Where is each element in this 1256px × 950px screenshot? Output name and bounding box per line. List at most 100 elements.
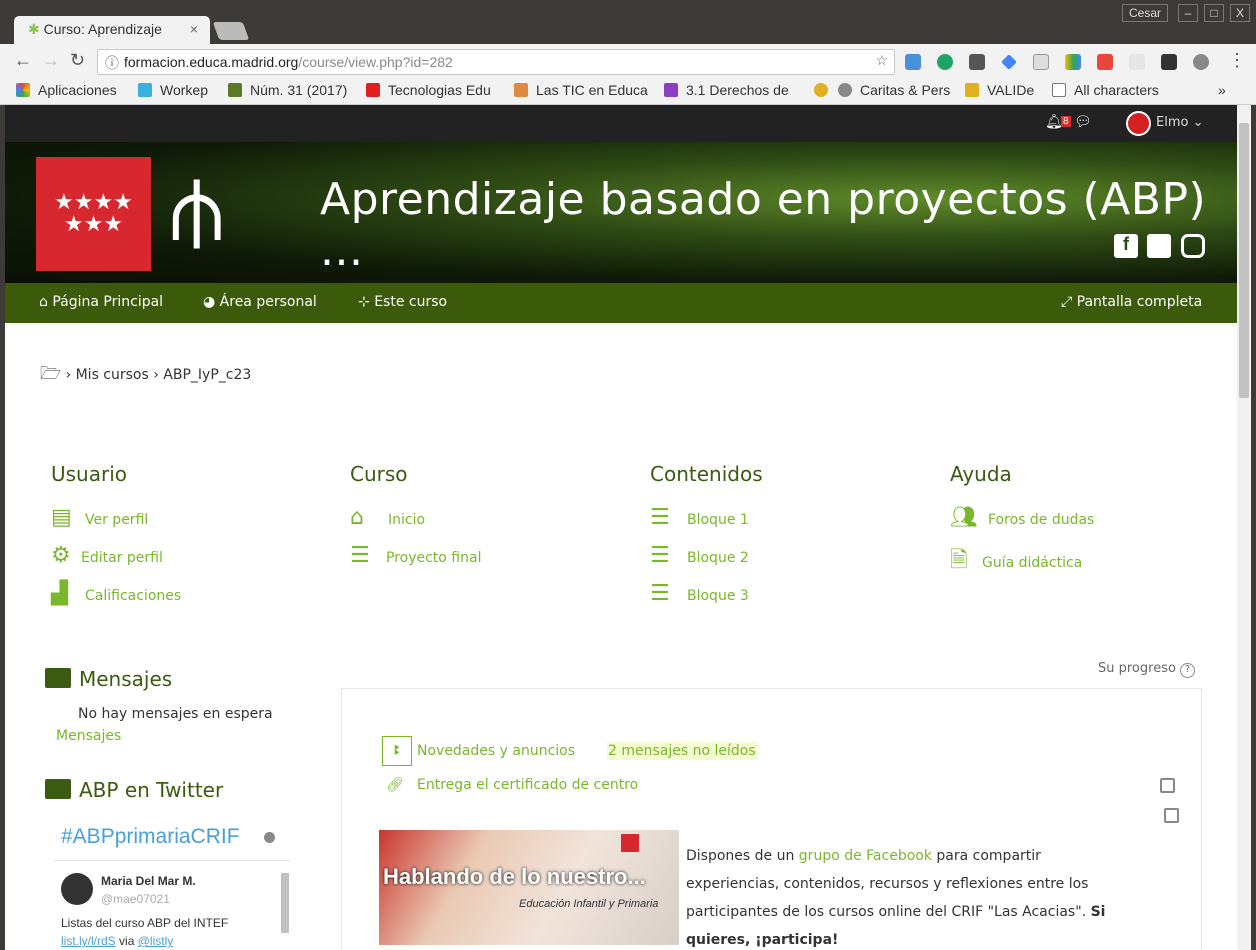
- nav-label: Pantalla completa: [1076, 294, 1203, 310]
- extension-icon[interactable]: [905, 54, 921, 70]
- nav-personal[interactable]: ◕ Área personal: [203, 294, 317, 310]
- bookmark[interactable]: All characters: [1052, 82, 1159, 98]
- activity-label: Novedades y anuncios: [417, 743, 576, 759]
- fullscreen-button[interactable]: ⤢ Pantalla completa: [1061, 294, 1202, 310]
- messages-link[interactable]: Mensajes: [56, 728, 121, 744]
- facebook-link[interactable]: grupo de Facebook: [799, 848, 932, 864]
- activity-forum[interactable]: ꔪ Novedades y anuncios 2 mensajes no leído…: [382, 736, 757, 766]
- bookmark-icon: [138, 83, 152, 97]
- instagram-icon[interactable]: [1181, 234, 1205, 258]
- list-ol-icon: ☰: [650, 505, 670, 530]
- tweet-handle[interactable]: @mae07021: [101, 892, 170, 906]
- more-bookmarks-button[interactable]: »: [1218, 82, 1226, 98]
- info-icon[interactable]: [264, 832, 275, 843]
- close-tab-icon[interactable]: ×: [190, 21, 198, 37]
- browser-tab[interactable]: ✱ Curso: Aprendizaje ×: [14, 16, 210, 44]
- close-window-button[interactable]: X: [1230, 4, 1250, 22]
- link-foros-dudas[interactable]: 👥︎ Foros de dudas: [950, 505, 1094, 530]
- link-inicio[interactable]: ⌂ Inicio: [350, 505, 425, 530]
- extension-icon[interactable]: [1193, 54, 1209, 70]
- link-label: Guía didáctica: [982, 555, 1083, 571]
- facebook-group-image[interactable]: Hablando de lo nuestro... Educación Infa…: [379, 830, 679, 945]
- page-scrollbar[interactable]: [1237, 105, 1251, 950]
- chat-icon[interactable]: 💬︎: [1074, 113, 1092, 130]
- drive-icon[interactable]: [1065, 54, 1081, 70]
- bookmark-star-icon[interactable]: ☆: [875, 52, 888, 69]
- bookmark-label: 3.1 Derechos de: [686, 82, 789, 98]
- bookmark[interactable]: Tecnologias Edu: [366, 82, 500, 98]
- user-menu[interactable]: Elmo ⌄: [1156, 115, 1204, 130]
- extension-icon[interactable]: [1097, 54, 1113, 70]
- bookmark[interactable]: 3.1 Derechos de: [664, 82, 798, 98]
- scrollbar-thumb[interactable]: [1239, 123, 1249, 398]
- bookmark[interactable]: Las TIC en Educa: [514, 82, 650, 98]
- top-user-bar: 🔔︎ 8 💬︎ Elmo ⌄: [5, 105, 1237, 142]
- madrid-logo: [621, 834, 639, 852]
- link-calificaciones[interactable]: ▟ Calificaciones: [51, 581, 181, 606]
- link-label: Foros de dudas: [988, 512, 1095, 528]
- bookmark-apps[interactable]: Aplicaciones: [16, 82, 117, 98]
- back-icon[interactable]: ←: [14, 50, 32, 71]
- user-name: Elmo: [1156, 115, 1189, 130]
- link-label: Editar perfil: [81, 550, 163, 566]
- forum-icon: ꔪ: [382, 736, 412, 766]
- tweet-author[interactable]: Maria Del Mar M.: [101, 874, 196, 888]
- link-label: Ver perfil: [85, 512, 149, 528]
- link-bloque-2[interactable]: ☰ Bloque 2: [650, 543, 749, 568]
- extension-icon[interactable]: [1129, 54, 1145, 70]
- link-guia-didactica[interactable]: 🗎︎ Guía didáctica: [950, 543, 1082, 581]
- edx-icon: [664, 83, 678, 97]
- main-nav: ⌂ Página Principal ◕ Área personal ⊹ Est…: [5, 283, 1237, 323]
- completion-checkbox[interactable]: [1164, 808, 1179, 823]
- profile-button[interactable]: Cesar: [1122, 4, 1168, 22]
- twitter-hashtag[interactable]: #ABPprimariaCRIF: [61, 825, 240, 849]
- avatar[interactable]: [1126, 111, 1151, 136]
- tweet-scrollbar[interactable]: [281, 873, 289, 933]
- extension-icon[interactable]: [937, 54, 953, 70]
- tab-title: Curso: Aprendizaje: [43, 21, 162, 37]
- link-ver-perfil[interactable]: ▤ Ver perfil: [51, 505, 148, 530]
- forward-icon[interactable]: →: [42, 50, 60, 71]
- list-ol-icon: ☰: [650, 543, 670, 568]
- home-icon: ⌂: [350, 505, 364, 530]
- block-title-mensajes: Mensajes: [45, 667, 172, 691]
- twitter-icon[interactable]: [1147, 234, 1171, 258]
- link-icon: 🔗︎: [386, 777, 404, 793]
- facebook-icon[interactable]: f: [1114, 234, 1138, 258]
- folder-icon[interactable]: 🗁︎: [40, 364, 61, 384]
- maximize-button[interactable]: □: [1204, 4, 1224, 22]
- menu-icon[interactable]: ⋮: [1228, 50, 1246, 71]
- breadcrumb-item[interactable]: Mis cursos: [76, 367, 149, 383]
- tweet-mention[interactable]: @listly: [138, 934, 174, 948]
- minimize-button[interactable]: –: [1178, 4, 1198, 22]
- help-icon[interactable]: ?: [1180, 663, 1196, 678]
- bookmark[interactable]: Caritas & Pers: [838, 82, 952, 98]
- extension-icon[interactable]: [969, 54, 985, 70]
- new-tab-button[interactable]: [212, 22, 250, 40]
- bookmark[interactable]: [814, 82, 836, 98]
- bookmark-label: Núm. 31 (2017): [250, 82, 348, 98]
- nav-course[interactable]: ⊹ Este curso: [358, 294, 447, 310]
- unread-badge[interactable]: 2 mensajes no leídos: [607, 742, 757, 760]
- bookmark[interactable]: Núm. 31 (2017): [228, 82, 347, 98]
- link-proyecto-final[interactable]: ☰ Proyecto final: [350, 543, 481, 568]
- block-title: Mensajes: [79, 667, 173, 691]
- link-bloque-3[interactable]: ☰ Bloque 3: [650, 581, 749, 606]
- breadcrumb-item[interactable]: ABP_IyP_c23: [163, 367, 251, 383]
- activity-url[interactable]: 🔗︎ Entrega el certificado de centro: [386, 777, 638, 793]
- link-label: Bloque 1: [687, 512, 749, 528]
- nav-home[interactable]: ⌂ Página Principal: [39, 294, 163, 310]
- server-icon: ☰: [350, 543, 370, 568]
- bookmark[interactable]: Workep: [138, 82, 208, 98]
- tweet-link[interactable]: list.ly/l/rdS: [61, 934, 116, 948]
- extension-icon[interactable]: [1033, 54, 1049, 70]
- link-bloque-1[interactable]: ☰ Bloque 1: [650, 505, 749, 530]
- address-bar[interactable]: ⓘ formacion.educa.madrid.org/course/view.…: [97, 49, 895, 75]
- bookmark[interactable]: VALIDe: [965, 82, 1034, 98]
- apps-icon: [16, 83, 30, 97]
- reload-icon[interactable]: ↻: [70, 50, 85, 71]
- link-editar-perfil[interactable]: ⚙ Editar perfil: [51, 543, 163, 568]
- film-icon[interactable]: [1161, 54, 1177, 70]
- completion-checkbox[interactable]: [1160, 778, 1175, 793]
- text: Dispones de un: [686, 848, 799, 864]
